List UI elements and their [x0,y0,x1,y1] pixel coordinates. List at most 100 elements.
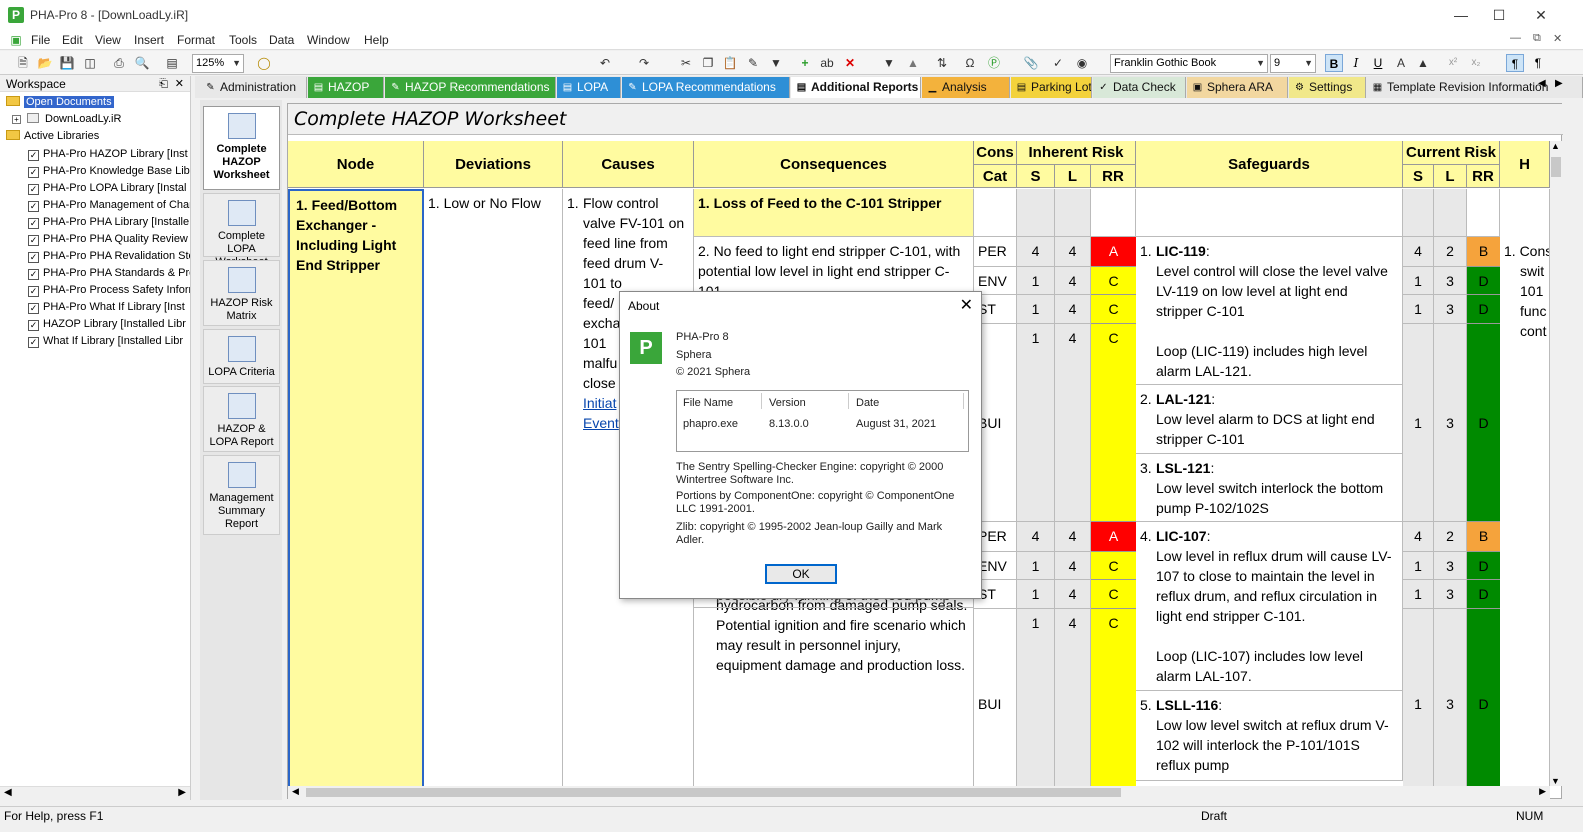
scroll-right-icon[interactable]: ▶ [178,787,186,798]
italic-button[interactable]: I [1347,54,1365,72]
bold-button[interactable]: B [1325,54,1343,72]
current-risk-ranking[interactable]: D [1467,552,1500,580]
report-button-complete-lopa-worksheet[interactable]: Complete LOPA Worksheet [203,193,280,268]
tree-library-item[interactable]: ✓ PHA-Pro Knowledge Base Libra [28,163,190,179]
scroll-thumb[interactable] [1551,157,1561,177]
tab-hazop[interactable]: ▤ HAZOP [308,77,384,98]
menu-insert[interactable]: Insert [134,33,164,47]
inherent-likelihood[interactable]: 4 [1055,324,1091,522]
consequence-cell[interactable]: 2. No feed to light end stripper C-101, … [694,237,974,297]
redo-icon[interactable]: ↷ [636,55,652,71]
checkbox-checked-icon[interactable]: ✓ [28,337,39,348]
tree-active-libraries[interactable]: Active Libraries [6,128,99,144]
tree-open-documents[interactable]: Open Documents [6,94,114,110]
recommendation-cell[interactable]: 1. Cons swit 101 func cont [1500,189,1550,786]
view-icon[interactable]: ▤ [164,55,180,71]
print-preview-icon[interactable]: 🔍 [134,55,150,71]
current-likelihood[interactable]: 2 [1434,237,1467,267]
safeguard-cell[interactable]: 1. LIC-119: Level control will close the l… [1136,237,1403,385]
delete-icon[interactable]: ✕ [842,55,858,71]
paste-icon[interactable]: 📋 [722,55,738,71]
inherent-risk-ranking[interactable]: A [1091,522,1136,552]
scroll-up-icon[interactable]: ▲ [1551,141,1560,151]
inherent-likelihood[interactable]: 4 [1055,609,1091,786]
safeguard-cell[interactable]: 5. LSLL-116: Low low level switch at reflu… [1136,691,1403,781]
maximize-icon[interactable]: ☐ [1484,4,1514,26]
current-severity[interactable]: 4 [1403,522,1434,552]
tab-template-revision-information[interactable]: ▦ Template Revision Information [1367,77,1583,98]
current-risk-ranking[interactable]: D [1467,324,1500,522]
current-likelihood[interactable]: 3 [1434,552,1467,580]
attach-icon[interactable]: 📎 [1023,55,1039,71]
mdi-minimize-icon[interactable]: — [1510,32,1521,44]
tree-library-item[interactable]: ✓ PHA-Pro PHA Quality Review L [28,231,190,247]
find-replace-icon[interactable]: ✎ [745,55,761,71]
report-button-lopa-criteria[interactable]: LOPA Criteria [203,329,280,384]
scroll-left-icon[interactable]: ◀ [4,787,12,798]
inherent-risk-ranking[interactable]: A [1091,237,1136,267]
ok-button[interactable]: OK [765,564,837,584]
minimize-icon[interactable]: — [1446,4,1476,26]
tab-sphera-ara[interactable]: ▣ Sphera ARA [1187,77,1288,98]
p-icon[interactable]: Ⓟ [986,55,1002,71]
consequence-category[interactable]: BUI [974,609,1017,786]
tree-library-item[interactable]: ✓ PHA-Pro Process Safety Inform [28,282,190,298]
inherent-likelihood[interactable]: 4 [1055,522,1091,552]
inherent-severity[interactable]: 1 [1017,580,1055,609]
current-likelihood[interactable]: 2 [1434,522,1467,552]
underline-button[interactable]: U [1369,54,1387,72]
horizontal-scrollbar[interactable]: ◀ ▶ [288,786,1550,799]
inherent-risk-ranking[interactable]: C [1091,295,1136,324]
tab-parking-lot[interactable]: ▤ Parking Lot [1011,77,1092,98]
tree-library-item[interactable]: ✓ What If Library [Installed Libr [28,333,190,349]
tab-settings[interactable]: ⚙ Settings [1289,77,1366,98]
binoculars-icon[interactable]: ◉ [1074,55,1090,71]
tab-scroll-left-icon[interactable]: ◀ [1538,78,1546,89]
inherent-likelihood[interactable]: 4 [1055,237,1091,267]
current-likelihood[interactable]: 3 [1434,580,1467,609]
current-risk-ranking[interactable]: D [1467,580,1500,609]
tab-lopa-recommendations[interactable]: ✎ LOPA Recommendations [622,77,790,98]
inherent-likelihood[interactable]: 4 [1055,295,1091,324]
move-up-icon[interactable]: ▲ [905,55,921,71]
scroll-right-icon[interactable]: ▶ [1539,786,1546,797]
font-size-select[interactable]: 9 ▼ [1270,54,1316,73]
inherent-severity[interactable]: 4 [1017,237,1055,267]
menu-data[interactable]: Data [269,33,294,47]
open-icon[interactable]: 📂 [37,55,53,71]
scroll-left-icon[interactable]: ◀ [292,786,299,797]
current-likelihood[interactable]: 3 [1434,324,1467,522]
tab-hazop-recommendations[interactable]: ✎ HAZOP Recommendations [385,77,556,98]
copy-icon[interactable]: ❐ [700,55,716,71]
tree-library-item[interactable]: ✓ PHA-Pro PHA Standards & Prot [28,265,190,281]
current-risk-ranking[interactable]: B [1467,522,1500,552]
tab-additional-reports[interactable]: ▤ Additional Reports [791,77,921,98]
save-all-icon[interactable]: ◫ [82,55,98,71]
current-risk-ranking[interactable]: B [1467,237,1500,267]
tree-library-item[interactable]: ✓ PHA-Pro What If Library [Inst [28,299,190,315]
tree-library-item[interactable]: ✓ PHA-Pro HAZOP Library [Inst [28,146,190,162]
checkbox-checked-icon[interactable]: ✓ [28,303,39,314]
subscript-icon[interactable]: x₂ [1467,54,1485,72]
pin-icon[interactable]: ⎗ [159,76,168,92]
tree-library-item[interactable]: ✓ HAZOP Library [Installed Libr [28,316,190,332]
inherent-severity[interactable]: 1 [1017,295,1055,324]
current-severity[interactable]: 4 [1403,237,1434,267]
current-severity[interactable]: 1 [1403,552,1434,580]
add-icon[interactable]: + [797,55,813,71]
current-risk-ranking[interactable]: D [1467,267,1500,295]
vertical-scrollbar[interactable]: ▲ ▼ [1550,141,1562,786]
report-button-hazop-risk-matrix[interactable]: HAZOP Risk Matrix [203,260,280,326]
rtl-icon[interactable]: ¶ [1529,54,1547,72]
cut-icon[interactable]: ✂ [678,55,694,71]
filter-icon[interactable]: ▼ [768,55,784,71]
report-button-management-summary-report[interactable]: Management Summary Report [203,455,280,535]
checkbox-checked-icon[interactable]: ✓ [28,150,39,161]
current-risk-ranking[interactable]: D [1467,609,1500,786]
rename-icon[interactable]: ab [819,55,835,71]
inherent-severity[interactable]: 1 [1017,609,1055,786]
tab-data-check[interactable]: ✓ Data Check [1093,77,1186,98]
tree-library-item[interactable]: ✓ PHA-Pro PHA Revalidation Ste [28,248,190,264]
checkbox-checked-icon[interactable]: ✓ [28,184,39,195]
checkbox-checked-icon[interactable]: ✓ [28,269,39,280]
